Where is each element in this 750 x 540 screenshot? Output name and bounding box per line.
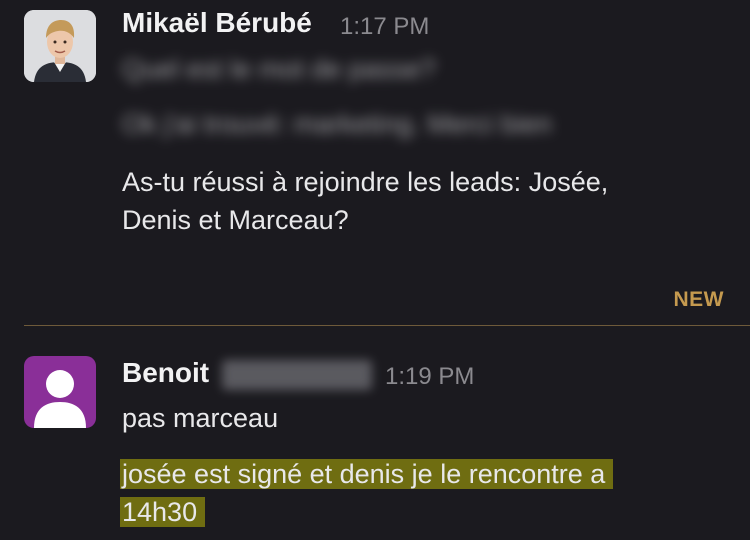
redacted-last-name bbox=[222, 360, 372, 390]
avatar-benoit[interactable] bbox=[24, 356, 96, 428]
avatar-mikael[interactable] bbox=[24, 10, 96, 82]
highlighted-text: 14h30 bbox=[120, 497, 206, 527]
message-mikael: Mikaël Bérubé 1:17 PM Quel est le mot de… bbox=[0, 0, 750, 320]
author-name[interactable]: Benoit bbox=[122, 357, 209, 389]
timestamp[interactable]: 1:19 PM bbox=[385, 363, 474, 391]
author-name[interactable]: Mikaël Bérubé bbox=[122, 7, 312, 39]
message-text: Ok j'ai trouvé: marketing. Merci bien bbox=[122, 109, 552, 139]
default-user-icon bbox=[34, 370, 86, 428]
message-text: 14h30 bbox=[120, 493, 206, 531]
highlighted-text: josée est signé et denis je le rencontre… bbox=[120, 459, 614, 489]
new-messages-divider bbox=[24, 325, 750, 326]
message-text: Quel est le mot de passe? bbox=[122, 54, 436, 84]
message-text: josée est signé et denis je le rencontre… bbox=[120, 455, 614, 493]
profile-photo-icon bbox=[24, 10, 96, 82]
message-text: Denis et Marceau? bbox=[122, 205, 349, 235]
message-text: As-tu réussi à rejoindre les leads: José… bbox=[122, 167, 609, 197]
timestamp[interactable]: 1:17 PM bbox=[340, 13, 429, 41]
message-benoit bbox=[0, 330, 750, 540]
new-messages-label: NEW bbox=[673, 288, 724, 311]
message-text: pas marceau bbox=[122, 403, 279, 433]
